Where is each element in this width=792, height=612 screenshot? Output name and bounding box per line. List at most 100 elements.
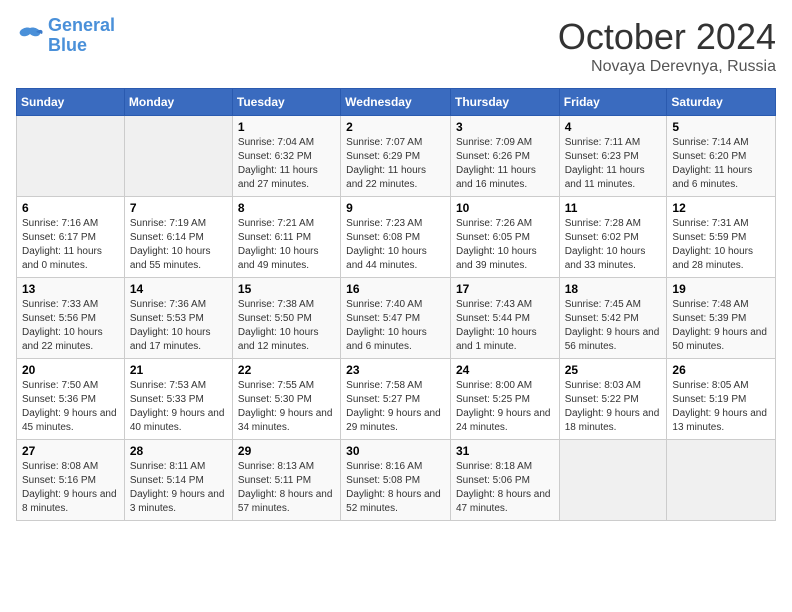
day-number: 28 bbox=[130, 444, 227, 458]
day-info: Sunrise: 7:11 AM Sunset: 6:23 PM Dayligh… bbox=[565, 136, 662, 192]
calendar-cell: 4 Sunrise: 7:11 AM Sunset: 6:23 PM Daylig… bbox=[559, 116, 667, 197]
day-info: Sunrise: 7:36 AM Sunset: 5:53 PM Dayligh… bbox=[130, 298, 227, 354]
day-number: 30 bbox=[346, 444, 445, 458]
day-info: Sunrise: 7:55 AM Sunset: 5:30 PM Dayligh… bbox=[238, 379, 335, 435]
calendar-cell: 15Sunrise: 7:38 AM Sunset: 5:50 PM Dayli… bbox=[232, 278, 340, 359]
calendar-cell: 19Sunrise: 7:48 AM Sunset: 5:39 PM Dayli… bbox=[667, 278, 776, 359]
calendar-cell: 8Sunrise: 7:21 AM Sunset: 6:11 PM Daylig… bbox=[232, 197, 340, 278]
calendar-cell bbox=[667, 440, 776, 521]
calendar-cell: 10 Sunrise: 7:26 AM Sunset: 6:05 PM Dayli… bbox=[450, 197, 559, 278]
calendar-cell: 17 Sunrise: 7:43 AM Sunset: 5:44 PM Dayli… bbox=[450, 278, 559, 359]
calendar-cell: 24Sunrise: 8:00 AM Sunset: 5:25 PM Dayli… bbox=[450, 359, 559, 440]
calendar-cell: 20 Sunrise: 7:50 AM Sunset: 5:36 PM Dayli… bbox=[17, 359, 125, 440]
calendar-cell bbox=[124, 116, 232, 197]
day-info: Sunrise: 7:07 AM Sunset: 6:29 PM Dayligh… bbox=[346, 136, 445, 192]
day-number: 27 bbox=[22, 444, 119, 458]
day-of-week-header: Wednesday bbox=[341, 89, 451, 116]
day-number: 24 bbox=[456, 363, 554, 377]
calendar-header-row: SundayMondayTuesdayWednesdayThursdayFrid… bbox=[17, 89, 776, 116]
calendar-cell: 1 Sunrise: 7:04 AM Sunset: 6:32 PM Daylig… bbox=[232, 116, 340, 197]
calendar-table: SundayMondayTuesdayWednesdayThursdayFrid… bbox=[16, 88, 776, 521]
day-info: Sunrise: 7:31 AM Sunset: 5:59 PM Dayligh… bbox=[672, 217, 770, 273]
day-info: Sunrise: 7:19 AM Sunset: 6:14 PM Dayligh… bbox=[130, 217, 227, 273]
calendar-cell: 27 Sunrise: 8:08 AM Sunset: 5:16 PM Dayli… bbox=[17, 440, 125, 521]
day-number: 9 bbox=[346, 201, 445, 215]
day-info: Sunrise: 8:03 AM Sunset: 5:22 PM Dayligh… bbox=[565, 379, 662, 435]
day-info: Sunrise: 7:09 AM Sunset: 6:26 PM Dayligh… bbox=[456, 136, 554, 192]
day-of-week-header: Sunday bbox=[17, 89, 125, 116]
day-info: Sunrise: 7:50 AM Sunset: 5:36 PM Dayligh… bbox=[22, 379, 119, 435]
calendar-cell: 18Sunrise: 7:45 AM Sunset: 5:42 PM Dayli… bbox=[559, 278, 667, 359]
logo: General Blue bbox=[16, 16, 115, 56]
calendar-cell: 11 Sunrise: 7:28 AM Sunset: 6:02 PM Dayli… bbox=[559, 197, 667, 278]
day-info: Sunrise: 7:53 AM Sunset: 5:33 PM Dayligh… bbox=[130, 379, 227, 435]
day-of-week-header: Tuesday bbox=[232, 89, 340, 116]
calendar-cell: 7 Sunrise: 7:19 AM Sunset: 6:14 PM Daylig… bbox=[124, 197, 232, 278]
calendar-week-row: 6Sunrise: 7:16 AM Sunset: 6:17 PM Daylig… bbox=[17, 197, 776, 278]
day-info: Sunrise: 8:11 AM Sunset: 5:14 PM Dayligh… bbox=[130, 460, 227, 516]
day-info: Sunrise: 7:23 AM Sunset: 6:08 PM Dayligh… bbox=[346, 217, 445, 273]
day-info: Sunrise: 8:18 AM Sunset: 5:06 PM Dayligh… bbox=[456, 460, 554, 516]
day-number: 17 bbox=[456, 282, 554, 296]
day-number: 14 bbox=[130, 282, 227, 296]
day-number: 3 bbox=[456, 120, 554, 134]
day-number: 16 bbox=[346, 282, 445, 296]
day-info: Sunrise: 7:04 AM Sunset: 6:32 PM Dayligh… bbox=[238, 136, 335, 192]
calendar-cell: 2Sunrise: 7:07 AM Sunset: 6:29 PM Daylig… bbox=[341, 116, 451, 197]
calendar-cell: 12 Sunrise: 7:31 AM Sunset: 5:59 PM Dayli… bbox=[667, 197, 776, 278]
calendar-cell: 16 Sunrise: 7:40 AM Sunset: 5:47 PM Dayli… bbox=[341, 278, 451, 359]
calendar-cell: 25 Sunrise: 8:03 AM Sunset: 5:22 PM Dayli… bbox=[559, 359, 667, 440]
day-number: 31 bbox=[456, 444, 554, 458]
day-info: Sunrise: 7:33 AM Sunset: 5:56 PM Dayligh… bbox=[22, 298, 119, 354]
day-info: Sunrise: 8:08 AM Sunset: 5:16 PM Dayligh… bbox=[22, 460, 119, 516]
day-info: Sunrise: 7:40 AM Sunset: 5:47 PM Dayligh… bbox=[346, 298, 445, 354]
day-number: 21 bbox=[130, 363, 227, 377]
calendar-cell: 28 Sunrise: 8:11 AM Sunset: 5:14 PM Dayli… bbox=[124, 440, 232, 521]
day-number: 15 bbox=[238, 282, 335, 296]
calendar-cell: 30Sunrise: 8:16 AM Sunset: 5:08 PM Dayli… bbox=[341, 440, 451, 521]
day-number: 10 bbox=[456, 201, 554, 215]
calendar-cell bbox=[17, 116, 125, 197]
title-block: October 2024 Novaya Derevnya, Russia bbox=[558, 16, 776, 76]
calendar-cell: 21 Sunrise: 7:53 AM Sunset: 5:33 PM Dayli… bbox=[124, 359, 232, 440]
calendar-cell: 5 Sunrise: 7:14 AM Sunset: 6:20 PM Daylig… bbox=[667, 116, 776, 197]
logo-text: General Blue bbox=[48, 16, 115, 56]
calendar-cell: 29Sunrise: 8:13 AM Sunset: 5:11 PM Dayli… bbox=[232, 440, 340, 521]
day-info: Sunrise: 7:58 AM Sunset: 5:27 PM Dayligh… bbox=[346, 379, 445, 435]
day-info: Sunrise: 7:43 AM Sunset: 5:44 PM Dayligh… bbox=[456, 298, 554, 354]
calendar-week-row: 27 Sunrise: 8:08 AM Sunset: 5:16 PM Dayli… bbox=[17, 440, 776, 521]
day-of-week-header: Thursday bbox=[450, 89, 559, 116]
day-number: 1 bbox=[238, 120, 335, 134]
day-of-week-header: Saturday bbox=[667, 89, 776, 116]
calendar-week-row: 20 Sunrise: 7:50 AM Sunset: 5:36 PM Dayli… bbox=[17, 359, 776, 440]
day-of-week-header: Friday bbox=[559, 89, 667, 116]
day-number: 7 bbox=[130, 201, 227, 215]
calendar-cell: 26Sunrise: 8:05 AM Sunset: 5:19 PM Dayli… bbox=[667, 359, 776, 440]
page-header: General Blue October 2024 Novaya Derevny… bbox=[16, 16, 776, 76]
calendar-cell: 13 Sunrise: 7:33 AM Sunset: 5:56 PM Dayli… bbox=[17, 278, 125, 359]
calendar-week-row: 13 Sunrise: 7:33 AM Sunset: 5:56 PM Dayli… bbox=[17, 278, 776, 359]
location: Novaya Derevnya, Russia bbox=[558, 58, 776, 76]
calendar-cell: 23Sunrise: 7:58 AM Sunset: 5:27 PM Dayli… bbox=[341, 359, 451, 440]
calendar-cell: 3 Sunrise: 7:09 AM Sunset: 6:26 PM Daylig… bbox=[450, 116, 559, 197]
day-number: 18 bbox=[565, 282, 662, 296]
day-number: 13 bbox=[22, 282, 119, 296]
calendar-cell: 6Sunrise: 7:16 AM Sunset: 6:17 PM Daylig… bbox=[17, 197, 125, 278]
day-number: 8 bbox=[238, 201, 335, 215]
day-number: 11 bbox=[565, 201, 662, 215]
day-number: 20 bbox=[22, 363, 119, 377]
day-info: Sunrise: 7:26 AM Sunset: 6:05 PM Dayligh… bbox=[456, 217, 554, 273]
calendar-cell: 22Sunrise: 7:55 AM Sunset: 5:30 PM Dayli… bbox=[232, 359, 340, 440]
day-number: 25 bbox=[565, 363, 662, 377]
day-number: 5 bbox=[672, 120, 770, 134]
day-number: 4 bbox=[565, 120, 662, 134]
day-info: Sunrise: 7:28 AM Sunset: 6:02 PM Dayligh… bbox=[565, 217, 662, 273]
day-info: Sunrise: 7:14 AM Sunset: 6:20 PM Dayligh… bbox=[672, 136, 770, 192]
day-info: Sunrise: 8:05 AM Sunset: 5:19 PM Dayligh… bbox=[672, 379, 770, 435]
logo-icon bbox=[16, 24, 44, 48]
day-of-week-header: Monday bbox=[124, 89, 232, 116]
day-number: 12 bbox=[672, 201, 770, 215]
calendar-cell: 14 Sunrise: 7:36 AM Sunset: 5:53 PM Dayli… bbox=[124, 278, 232, 359]
calendar-cell: 9 Sunrise: 7:23 AM Sunset: 6:08 PM Daylig… bbox=[341, 197, 451, 278]
day-info: Sunrise: 7:16 AM Sunset: 6:17 PM Dayligh… bbox=[22, 217, 119, 273]
